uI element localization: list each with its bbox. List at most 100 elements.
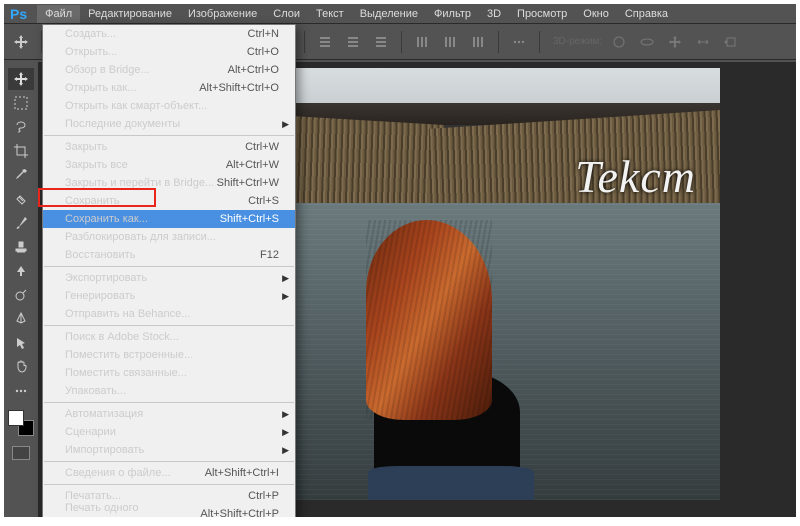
crop-tool[interactable]	[8, 140, 34, 162]
file-menu-item[interactable]: Сохранить Ctrl+S	[43, 192, 295, 210]
file-menu-item[interactable]: Сохранить как...Shift+Ctrl+S	[43, 210, 295, 228]
file-menu-item[interactable]: Сведения о файле...Alt+Shift+Ctrl+I	[43, 464, 295, 482]
path-select-tool[interactable]	[8, 332, 34, 354]
file-menu-item[interactable]: Закрыть и перейти в Bridge...Shift+Ctrl+…	[43, 174, 295, 192]
file-menu-item[interactable]: Открыть...Ctrl+O	[43, 43, 295, 61]
file-menu-item[interactable]: Импортировать▶	[43, 441, 295, 459]
menu-item-shortcut: Ctrl+S	[248, 195, 279, 207]
separator	[498, 31, 499, 53]
menu-item-shortcut: Alt+Ctrl+W	[226, 159, 279, 171]
menu-item-label: Отправить на Behance...	[65, 308, 190, 320]
file-menu-item[interactable]: Последние документы▶	[43, 115, 295, 133]
submenu-arrow-icon: ▶	[282, 273, 289, 284]
distribute-left-icon[interactable]	[411, 31, 433, 53]
menu-item-label: Печатать...	[65, 490, 121, 502]
menu-file[interactable]: Файл	[37, 5, 80, 23]
dodge-tool[interactable]	[8, 284, 34, 306]
menu-item-label: Автоматизация	[65, 408, 143, 420]
app-logo: Ps	[10, 6, 27, 22]
3d-slide-icon[interactable]	[692, 31, 714, 53]
menu-item-label: Закрыть и перейти в Bridge...	[65, 177, 214, 189]
file-menu-item[interactable]: Автоматизация ▶	[43, 405, 295, 423]
3d-orbit-icon[interactable]	[608, 31, 630, 53]
file-menu-item[interactable]: Открыть как смарт-объект...	[43, 97, 295, 115]
file-menu-item[interactable]: Печать одного экземпляраAlt+Shift+Ctrl+P	[43, 505, 295, 517]
menu-item-label: Сценарии	[65, 426, 116, 438]
quickmask-toggle[interactable]	[12, 446, 30, 460]
file-menu-item[interactable]: Поиск в Adobe Stock...	[43, 328, 295, 346]
distribute-hcenter-icon[interactable]	[439, 31, 461, 53]
marquee-tool[interactable]	[8, 92, 34, 114]
brush-tool[interactable]	[8, 212, 34, 234]
color-swatches[interactable]	[8, 410, 34, 436]
menu-image[interactable]: Изображение	[180, 5, 265, 23]
menu-separator	[44, 135, 294, 136]
lasso-tool[interactable]	[8, 116, 34, 138]
separator	[539, 31, 540, 53]
menu-separator	[44, 266, 294, 267]
file-menu-item[interactable]: Открыть как... Alt+Shift+Ctrl+O	[43, 79, 295, 97]
pen-tool[interactable]	[8, 308, 34, 330]
file-menu-item[interactable]: Поместить связанные...	[43, 364, 295, 382]
distribute-right-icon[interactable]	[467, 31, 489, 53]
file-menu-item[interactable]: Отправить на Behance...	[43, 305, 295, 323]
distribute-bottom-icon[interactable]	[370, 31, 392, 53]
file-menu-item[interactable]: ВосстановитьF12	[43, 246, 295, 264]
menu-item-label: Закрыть все	[65, 159, 128, 171]
menu-item-label: Сохранить	[65, 195, 120, 207]
move-tool-icon[interactable]	[10, 31, 32, 53]
move-tool[interactable]	[8, 68, 34, 90]
more-options-icon[interactable]	[508, 31, 530, 53]
distribute-vcenter-icon[interactable]	[342, 31, 364, 53]
gradient-tool[interactable]	[8, 260, 34, 282]
foreground-color-swatch[interactable]	[8, 410, 24, 426]
submenu-arrow-icon: ▶	[282, 409, 289, 420]
menu-item-label: Печать одного экземпляра	[65, 502, 200, 517]
menu-layer[interactable]: Слои	[265, 5, 308, 23]
menu-item-label: Открыть...	[65, 46, 117, 58]
file-menu-item[interactable]: Поместить встроенные...	[43, 346, 295, 364]
menu-help[interactable]: Справка	[617, 5, 676, 23]
text-layer[interactable]: Tekcm	[575, 150, 696, 203]
menu-item-shortcut: Ctrl+N	[248, 28, 279, 40]
file-menu-item[interactable]: Закрыть все Alt+Ctrl+W	[43, 156, 295, 174]
menu-item-label: Поиск в Adobe Stock...	[65, 331, 179, 343]
more-tools-icon[interactable]	[8, 380, 34, 402]
menu-item-label: Создать...	[65, 28, 116, 40]
menu-separator	[44, 461, 294, 462]
menu-item-label: Последние документы	[65, 118, 180, 130]
file-menu-item[interactable]: Генерировать▶	[43, 287, 295, 305]
3d-pan-icon[interactable]	[664, 31, 686, 53]
menu-window[interactable]: Окно	[575, 5, 617, 23]
menu-item-shortcut: Alt+Ctrl+O	[228, 64, 279, 76]
menu-3d[interactable]: 3D	[479, 5, 509, 23]
file-menu-item: Упаковать...	[43, 382, 295, 400]
menu-view[interactable]: Просмотр	[509, 5, 575, 23]
menu-filter[interactable]: Фильтр	[426, 5, 479, 23]
3d-rotate-icon[interactable]	[636, 31, 658, 53]
file-menu-item[interactable]: Создать... Ctrl+N	[43, 25, 295, 43]
menu-item-shortcut: Alt+Shift+Ctrl+O	[199, 82, 279, 94]
menu-item-label: Открыть как смарт-объект...	[65, 100, 207, 112]
file-menu-item[interactable]: Экспортировать▶	[43, 269, 295, 287]
hand-tool[interactable]	[8, 356, 34, 378]
menu-item-label: Закрыть	[65, 141, 107, 153]
menu-item-label: Открыть как...	[65, 82, 136, 94]
mode-3d-label: 3D-режим:	[553, 36, 602, 47]
menu-item-label: Упаковать...	[65, 385, 126, 397]
menu-select[interactable]: Выделение	[352, 5, 426, 23]
healing-tool[interactable]	[8, 188, 34, 210]
menubar: Ps Файл Редактирование Изображение Слои …	[4, 4, 796, 24]
file-menu-item[interactable]: Сценарии▶	[43, 423, 295, 441]
eyedropper-tool[interactable]	[8, 164, 34, 186]
file-menu-item[interactable]: ЗакрытьCtrl+W	[43, 138, 295, 156]
menu-edit[interactable]: Редактирование	[80, 5, 180, 23]
distribute-top-icon[interactable]	[314, 31, 336, 53]
menu-item-label: Поместить связанные...	[65, 367, 187, 379]
file-menu-item: Разблокировать для записи...	[43, 228, 295, 246]
file-menu-dropdown: Создать... Ctrl+N Открыть...Ctrl+OОбзор в …	[42, 24, 296, 517]
stamp-tool[interactable]	[8, 236, 34, 258]
menu-text[interactable]: Текст	[308, 5, 352, 23]
file-menu-item[interactable]: Обзор в Bridge...Alt+Ctrl+O	[43, 61, 295, 79]
3d-scale-icon[interactable]	[720, 31, 742, 53]
